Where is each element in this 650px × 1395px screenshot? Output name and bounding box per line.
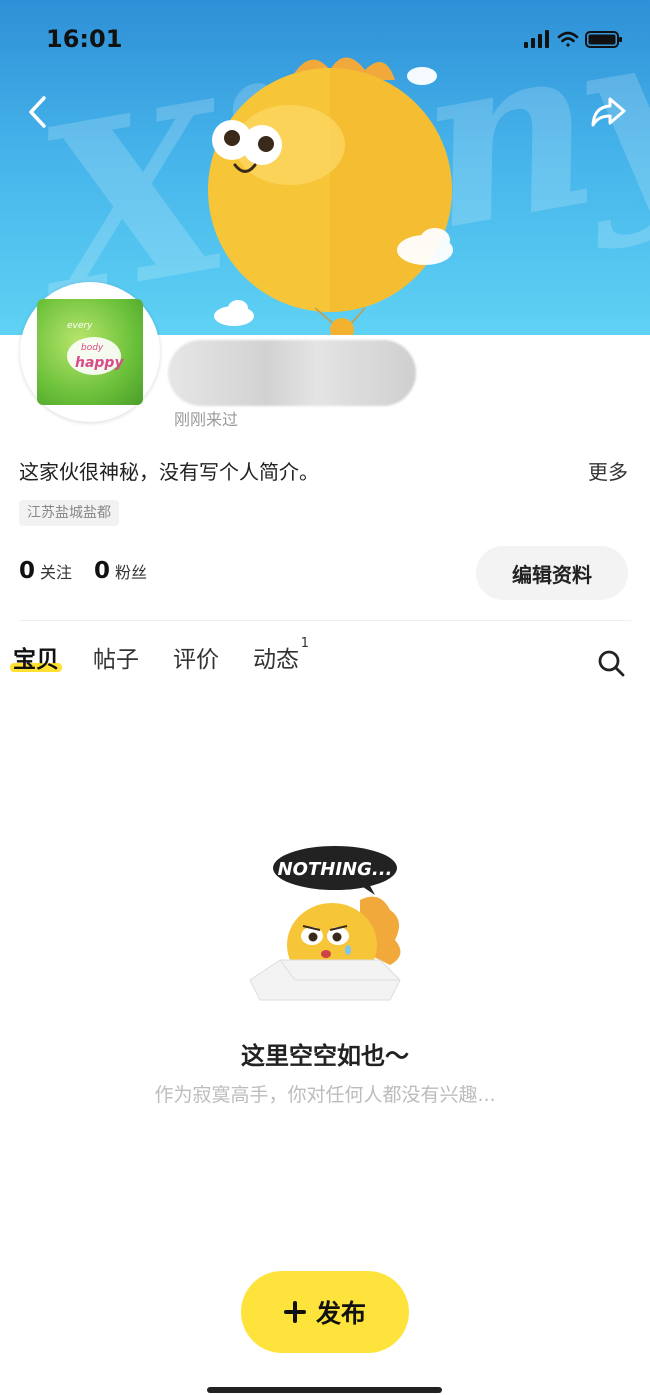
signal-icon: [524, 30, 549, 48]
cloud-icon: [214, 300, 254, 326]
edit-profile-button[interactable]: 编辑资料: [476, 546, 628, 600]
username-blurred: [168, 340, 416, 406]
tab-posts-label: 帖子: [93, 647, 139, 673]
avatar-text-2: body: [81, 343, 104, 353]
tab-activity-label: 动态: [253, 647, 299, 673]
mascot-balloon-illustration: [208, 57, 453, 335]
status-icons: [524, 30, 622, 48]
home-indicator: [207, 1387, 442, 1393]
nothing-bubble-text: NOTHING...: [278, 859, 393, 880]
avatar-text-3: happy: [75, 355, 124, 371]
more-link[interactable]: 更多: [588, 456, 628, 485]
plus-icon: [283, 1301, 306, 1323]
empty-state-illustration: NOTHING...: [249, 846, 401, 1001]
battery-icon: [585, 31, 622, 48]
share-icon[interactable]: [588, 92, 628, 132]
tab-activity[interactable]: 动态 1: [253, 636, 309, 674]
stats-row: 0 关注 0 粉丝: [19, 558, 147, 584]
tab-reviews[interactable]: 评价: [173, 640, 219, 674]
publish-button[interactable]: 发布: [241, 1271, 409, 1353]
empty-state-title: 这里空空如也～: [241, 1042, 409, 1070]
tab-reviews-label: 评价: [173, 647, 219, 673]
wifi-icon: [557, 31, 579, 47]
location-tag: 江苏盐城盐都: [19, 500, 119, 526]
empty-state-subtitle: 作为寂寞高手，你对任何人都没有兴趣...: [154, 1084, 496, 1106]
back-icon[interactable]: [20, 92, 60, 132]
last-seen: 刚刚来过: [174, 410, 239, 429]
tab-activity-badge: 1: [300, 636, 309, 651]
following-label: 关注: [40, 563, 73, 582]
publish-label: 发布: [315, 1299, 366, 1328]
avatar-text-1: every: [67, 321, 93, 331]
search-icon[interactable]: [596, 648, 626, 678]
followers-stat[interactable]: 0 粉丝: [94, 558, 147, 584]
following-stat[interactable]: 0 关注: [19, 558, 72, 584]
avatar-image: every body happy: [37, 299, 143, 405]
divider: [19, 620, 631, 621]
tab-bar: 宝贝 帖子 评价 动态 1: [10, 636, 309, 674]
tab-items[interactable]: 宝贝: [10, 640, 62, 674]
followers-count: 0: [94, 558, 111, 584]
following-count: 0: [19, 558, 36, 584]
status-bar: 16:01: [0, 0, 650, 80]
avatar[interactable]: every body happy: [20, 282, 160, 422]
tab-items-label: 宝贝: [13, 647, 59, 673]
bio-text: 这家伙很神秘，没有写个人简介。: [19, 460, 319, 484]
tab-posts[interactable]: 帖子: [93, 640, 139, 674]
status-time: 16:01: [46, 25, 123, 53]
followers-label: 粉丝: [115, 563, 148, 582]
